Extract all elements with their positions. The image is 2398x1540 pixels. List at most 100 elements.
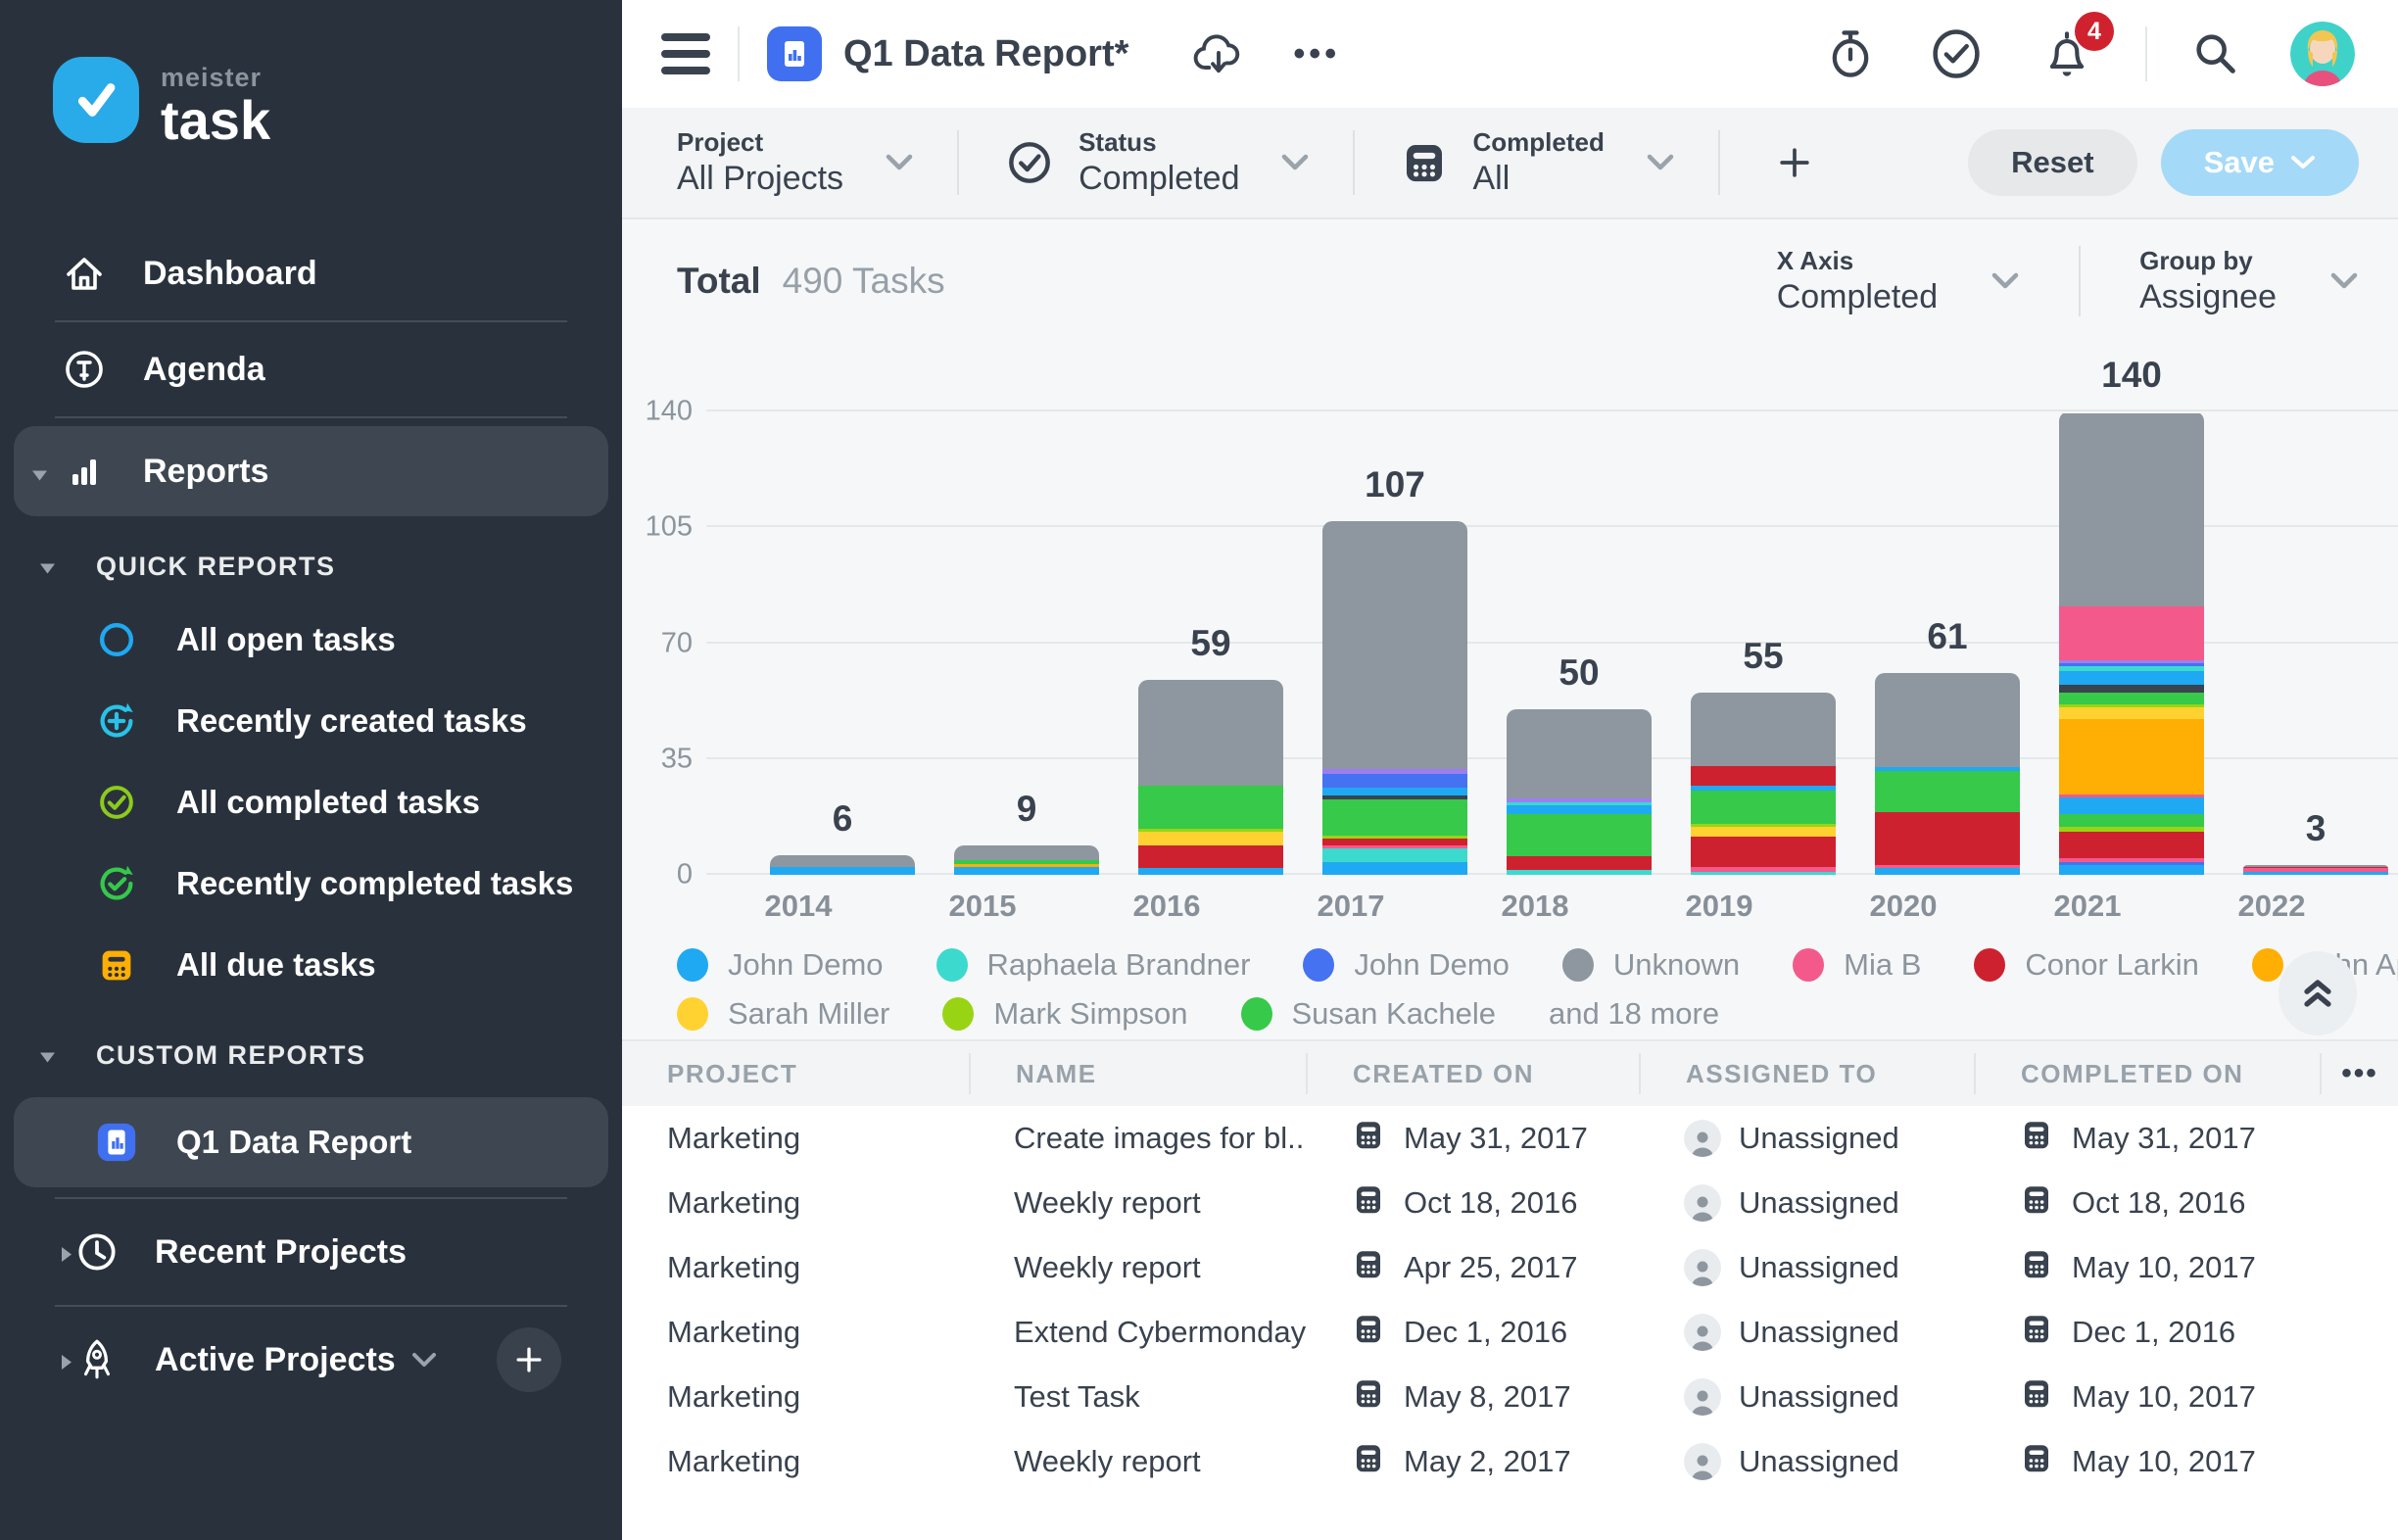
sidebar-item-label: Agenda: [143, 351, 265, 389]
legend-item[interactable]: Raphaela Brandner: [936, 947, 1251, 983]
calendar-icon: [1351, 1440, 1386, 1483]
column-header-name[interactable]: NAME: [969, 1053, 1306, 1094]
user-avatar[interactable]: [2290, 22, 2355, 86]
column-header-assigned-to[interactable]: ASSIGNED TO: [1639, 1053, 1974, 1094]
caret-right-icon[interactable]: [61, 1341, 72, 1379]
bar-segment-yellow: [1138, 832, 1283, 845]
legend-item[interactable]: John Demo: [677, 947, 884, 983]
legend-item[interactable]: Conor Larkin: [1974, 947, 2198, 983]
legend-item[interactable]: Sarah Miller: [677, 996, 889, 1032]
bar-segment-blue: [1507, 805, 1652, 813]
legend-dot: [1562, 948, 1594, 982]
hamburger-menu-icon[interactable]: [661, 33, 710, 74]
legend-item[interactable]: Mia B: [1793, 947, 1921, 983]
stacked-bar-2018[interactable]: [1507, 709, 1652, 875]
table-row[interactable]: MarketingWeekly reportApr 25, 2017Unassi…: [622, 1235, 2398, 1300]
stacked-bar-2020[interactable]: [1875, 673, 2020, 875]
filter-label: Project: [677, 126, 843, 159]
bar-segment-gray: [1875, 673, 2020, 767]
time-tracking-icon[interactable]: [1824, 26, 1877, 81]
add-filter-button[interactable]: [1773, 141, 1816, 184]
stacked-bar-2015[interactable]: [954, 845, 1099, 875]
x-tick-label: 2016: [1075, 889, 1259, 924]
stacked-bar-2017[interactable]: [1322, 521, 1467, 876]
chart-header: Total 490 Tasks X Axis Completed Group b…: [622, 219, 2398, 333]
x-tick-label: 2021: [1995, 889, 2180, 924]
group-by-select[interactable]: Group by Assignee: [2139, 245, 2359, 316]
stacked-bar-2021[interactable]: [2059, 411, 2204, 875]
y-tick-label: 105: [646, 511, 693, 544]
calendar-icon: [2019, 1311, 2054, 1354]
save-button[interactable]: Save: [2161, 129, 2359, 196]
legend-dot: [677, 948, 708, 982]
stacked-bar-2016[interactable]: [1138, 680, 1283, 875]
bar-segment-blue: [954, 867, 1099, 875]
bar-segment-red: [2059, 832, 2204, 858]
calendar-solid-icon: [94, 942, 139, 987]
section-header-quick_reports[interactable]: QUICK REPORTS: [0, 534, 622, 599]
my-tasks-check-icon[interactable]: [1930, 27, 1983, 80]
collapse-chart-button[interactable]: [2278, 951, 2357, 1035]
caret-down-icon[interactable]: [39, 552, 56, 582]
table-row[interactable]: MarketingWeekly reportMay 2, 2017Unassig…: [622, 1429, 2398, 1494]
column-header-completed-on[interactable]: COMPLETED ON: [1974, 1053, 2320, 1094]
x-axis-select[interactable]: X Axis Completed: [1777, 245, 2020, 316]
bar-segment-gray: [1322, 521, 1467, 769]
person-icon: [1684, 1443, 1721, 1480]
bar-segment-green: [1507, 814, 1652, 857]
sidebar-item-all-completed-tasks[interactable]: All completed tasks: [0, 761, 622, 842]
cell-name: Test Task: [969, 1379, 1306, 1415]
cell-created-on: Oct 18, 2016: [1306, 1181, 1639, 1225]
bar-segment-blue: [2243, 872, 2388, 875]
bar-slot-2022: 3: [2224, 333, 2398, 875]
filter-label: Completed: [1472, 126, 1604, 159]
sidebar-item-recently-completed-tasks[interactable]: Recently completed tasks: [0, 842, 622, 924]
table-row[interactable]: MarketingExtend CybermondayDec 1, 2016Un…: [622, 1300, 2398, 1365]
legend-more-label[interactable]: and 18 more: [1549, 996, 1719, 1032]
sidebar-item-all-due-tasks[interactable]: All due tasks: [0, 924, 622, 1005]
sidebar-item-recently-created-tasks[interactable]: Recently created tasks: [0, 680, 622, 761]
stacked-bar-2022[interactable]: [2243, 865, 2388, 875]
reset-button[interactable]: Reset: [1968, 129, 2136, 196]
x-tick-label: 2015: [890, 889, 1075, 924]
app-logo[interactable]: meister task: [0, 0, 622, 148]
caret-right-icon[interactable]: [61, 1233, 72, 1272]
filter-status[interactable]: StatusCompleted: [1002, 126, 1310, 198]
legend-row: Sarah Miller Mark Simpson Susan Kachele and…: [677, 996, 2261, 1032]
check-circle-icon: [1002, 135, 1057, 190]
table-row[interactable]: MarketingCreate images for bl...May 31, …: [622, 1106, 2398, 1171]
stacked-bar-2014[interactable]: [770, 855, 915, 875]
filter-completed[interactable]: CompletedAll: [1398, 126, 1674, 198]
sidebar-item-reports[interactable]: Reports: [14, 426, 608, 516]
table-row[interactable]: MarketingWeekly reportOct 18, 2016Unassi…: [622, 1171, 2398, 1235]
table-row[interactable]: MarketingTest TaskMay 8, 2017UnassignedM…: [622, 1365, 2398, 1429]
filter-project[interactable]: ProjectAll Projects: [677, 126, 914, 198]
export-download-icon[interactable]: [1191, 29, 1246, 78]
legend-item[interactable]: Unknown: [1562, 947, 1740, 983]
table-options-icon[interactable]: •••: [2320, 1053, 2398, 1094]
legend-item[interactable]: Susan Kachele: [1241, 996, 1497, 1032]
section-header-custom_reports[interactable]: CUSTOM REPORTS: [0, 1023, 622, 1087]
caret-down-icon[interactable]: [39, 1040, 56, 1071]
add-project-button[interactable]: [497, 1327, 561, 1392]
search-icon[interactable]: [2190, 28, 2241, 79]
sidebar-item-all-open-tasks[interactable]: All open tasks: [0, 599, 622, 680]
stacked-bar-2019[interactable]: [1691, 693, 1836, 875]
notifications-bell-icon[interactable]: 4: [2041, 27, 2092, 80]
cell-created-on: May 2, 2017: [1306, 1440, 1639, 1483]
sidebar-item-recent-projects[interactable]: Recent Projects: [0, 1207, 622, 1297]
calendar-icon: [2019, 1117, 2054, 1160]
filter-bar: ProjectAll Projects StatusCompleted Comple…: [622, 108, 2398, 219]
caret-down-icon[interactable]: [31, 453, 48, 491]
bar-slot-2015: 9: [935, 333, 1119, 875]
sidebar-item-dashboard[interactable]: Dashboard: [0, 234, 622, 313]
sidebar-item-q1-data-report[interactable]: Q1 Data Report: [14, 1097, 608, 1187]
sidebar-item-active-projects[interactable]: Active Projects: [0, 1315, 622, 1405]
legend-item[interactable]: Mark Simpson: [942, 996, 1187, 1032]
column-header-project[interactable]: PROJECT: [622, 1053, 969, 1094]
more-options-icon[interactable]: •••: [1293, 35, 1340, 73]
sidebar-item-agenda[interactable]: Agenda: [0, 330, 622, 409]
cell-assigned-to: Unassigned: [1639, 1378, 1974, 1416]
legend-item[interactable]: John Demo: [1303, 947, 1510, 983]
column-header-created-on[interactable]: CREATED ON: [1306, 1053, 1639, 1094]
